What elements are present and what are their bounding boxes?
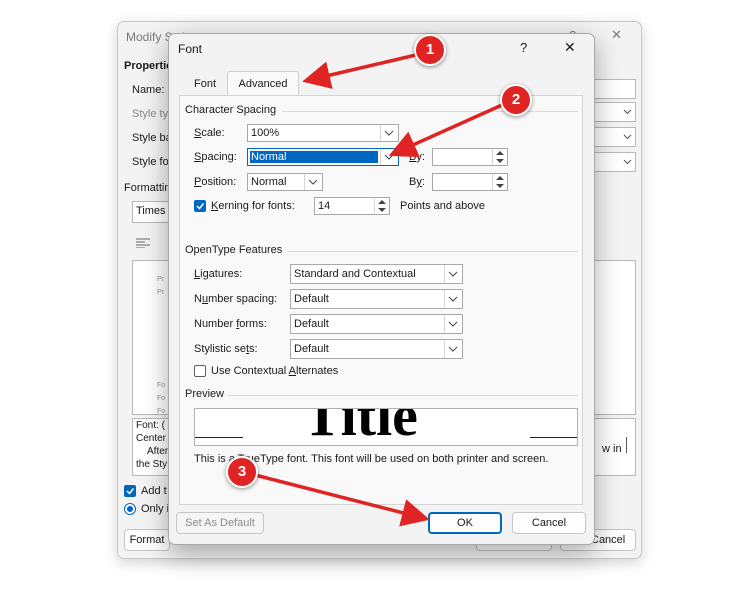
arrow-2	[388, 103, 503, 158]
annotation-arrows	[254, 53, 503, 527]
arrow-1	[302, 53, 417, 89]
annotation-badge-2: 2	[500, 84, 532, 116]
arrow-3	[254, 473, 430, 527]
annotation-badge-1: 1	[414, 34, 446, 66]
annotation-badge-3: 3	[226, 456, 258, 488]
